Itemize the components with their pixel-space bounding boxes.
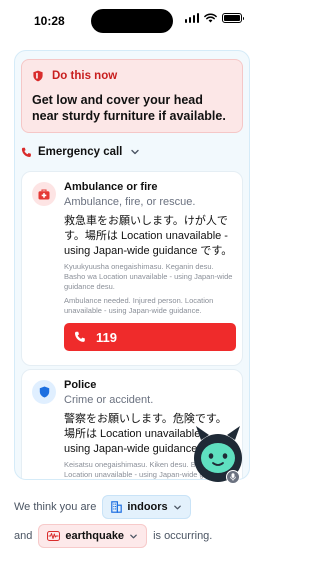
wifi-icon [204, 13, 217, 23]
japanese-phrase: 救急車をお願いします。けが人です。場所は Location unavailabl… [64, 215, 233, 257]
status-icons [184, 13, 244, 23]
chevron-down-icon [173, 505, 181, 509]
emergency-call-toggle[interactable]: Emergency call [21, 146, 140, 158]
context-connector: and [14, 530, 33, 542]
alert-instruction: Get low and cover your head near sturdy … [32, 93, 226, 123]
status-time: 10:28 [34, 14, 65, 28]
building-icon [111, 501, 123, 513]
alert-title: Do this now [52, 70, 118, 82]
emergency-call-label: Emergency call [38, 146, 123, 158]
card-title: Police [64, 379, 97, 391]
status-bar: 10:28 [0, 0, 264, 44]
card-title: Ambulance or fire [64, 181, 158, 193]
call-119-button[interactable]: 119 [64, 323, 236, 351]
english-phrase: Ambulance needed. Injured person. Locati… [64, 296, 214, 315]
first-aid-kit-icon [32, 182, 56, 206]
chevron-down-icon [130, 534, 137, 538]
card-subtitle: Ambulance, fire, or rescue. [64, 196, 196, 208]
card-subtitle: Crime or accident. [64, 394, 154, 406]
cellular-signal-icon [184, 13, 199, 23]
call-number: 119 [96, 329, 117, 345]
event-value: earthquake [65, 530, 125, 542]
location-value: indoors [127, 501, 168, 513]
shield-icon [32, 380, 56, 404]
context-bar: We think you are indoors and earthquake … [0, 486, 264, 573]
event-selector[interactable]: earthquake [38, 524, 148, 548]
seismic-wave-icon [47, 531, 61, 541]
do-this-now-alert: Do this now Get low and cover your head … [21, 59, 243, 133]
context-prefix: We think you are [14, 501, 97, 513]
ambulance-card: Ambulance or fire Ambulance, fire, or re… [21, 171, 243, 366]
romaji-phrase: Kyuukyuusha onegaishimasu. Keganin desu.… [64, 262, 233, 291]
dynamic-island [91, 9, 173, 33]
phone-icon [21, 147, 31, 157]
battery-icon [222, 13, 244, 23]
guidance-panel[interactable]: Do this now Get low and cover your head … [14, 50, 250, 480]
shield-alert-icon [33, 70, 43, 82]
phone-icon [74, 331, 85, 342]
location-selector[interactable]: indoors [102, 495, 191, 519]
chevron-down-icon [131, 149, 140, 155]
context-suffix: is occurring. [153, 530, 213, 542]
microphone-icon[interactable] [226, 470, 240, 484]
